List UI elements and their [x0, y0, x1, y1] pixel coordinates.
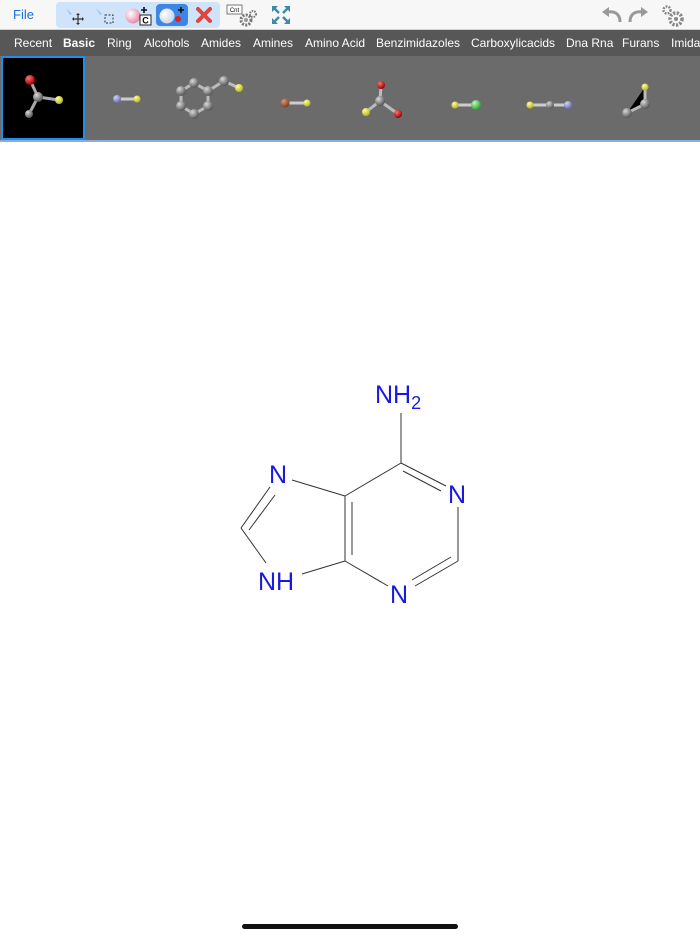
fragment-sulfur-carbonyl-oxygen[interactable] — [337, 56, 421, 140]
category-furans[interactable]: Furans — [622, 36, 659, 50]
move-arrows-icon — [66, 8, 84, 25]
bond — [344, 560, 389, 587]
molecule-bonds — [240, 413, 459, 587]
fragment-carbonyl-sulfur-icon — [25, 75, 63, 118]
fit-view-button[interactable] — [270, 4, 294, 26]
bond — [301, 560, 346, 575]
settings-button[interactable] — [660, 4, 688, 27]
fragment-nitrogen-sulfur-icon — [113, 95, 141, 103]
bond — [400, 462, 447, 487]
category-amides[interactable]: Amides — [201, 36, 241, 50]
fragment-carbonyl-sulfur[interactable] — [1, 56, 85, 140]
fragment-nitrogen-sulfur[interactable] — [85, 56, 169, 140]
fragment-benzyl-sulfur-icon — [176, 76, 243, 119]
settings-gears-icon — [662, 5, 684, 27]
delete-x-icon — [196, 7, 212, 23]
redo-icon — [628, 7, 648, 23]
undo-icon — [602, 7, 622, 23]
expand-arrows-icon — [272, 6, 290, 24]
add-atom-icon: C — [125, 7, 152, 26]
category-recent[interactable]: Recent — [14, 36, 52, 50]
molecule-drawing: NH2 N N NH N — [240, 381, 466, 609]
atom-n9-label[interactable]: NH — [258, 568, 294, 596]
move-tool-button[interactable] — [62, 4, 86, 26]
fragment-bromo-sulfur[interactable] — [253, 56, 337, 140]
svg-text:Cnt: Cnt — [230, 8, 240, 14]
atom-n1-label[interactable]: N — [448, 481, 466, 509]
cnt-gear-icon: Cnt — [226, 4, 257, 27]
redo-button[interactable] — [626, 4, 650, 26]
cnt-settings-button[interactable]: Cnt — [226, 3, 258, 27]
top-toolbar: File C Cnt — [0, 0, 700, 30]
bond — [291, 479, 346, 497]
fragment-sulfur-chlorine-icon — [451, 100, 481, 110]
add-charge-icon — [159, 7, 184, 24]
fragment-bromo-sulfur-icon — [280, 98, 311, 108]
category-benzimidazoles[interactable]: Benzimidazoles — [376, 36, 460, 50]
category-imida[interactable]: Imida — [671, 36, 700, 50]
file-menu-button[interactable]: File — [13, 7, 34, 22]
category-alcohols[interactable]: Alcohols — [144, 36, 189, 50]
fragment-benzyl-sulfur[interactable] — [169, 56, 253, 140]
marquee-select-icon — [96, 8, 114, 24]
drawing-canvas[interactable]: NH2 N N NH N — [0, 143, 700, 934]
category-ring[interactable]: Ring — [107, 36, 132, 50]
fragment-sulfur-chlorine[interactable] — [421, 56, 505, 140]
select-tool-button[interactable] — [92, 4, 116, 26]
category-bar: Recent Basic Ring Alcohols Amides Amines… — [0, 30, 700, 56]
fragment-sulfur-carbonyl-oxygen-icon — [362, 81, 402, 118]
home-indicator[interactable] — [242, 924, 458, 929]
svg-text:C: C — [142, 16, 149, 26]
bond — [248, 494, 276, 531]
bond — [414, 560, 459, 587]
delete-tool-button[interactable] — [192, 4, 216, 26]
atom-amine-label[interactable]: NH2 — [375, 381, 421, 413]
add-charge-tool-button[interactable] — [156, 4, 188, 26]
category-amino-acid[interactable]: Amino Acid — [305, 36, 365, 50]
atom-n7-label[interactable]: N — [269, 461, 287, 489]
category-basic[interactable]: Basic — [63, 36, 95, 50]
category-carboxylicacids[interactable]: Carboxylicacids — [471, 36, 555, 50]
undo-button[interactable] — [600, 4, 624, 26]
fragment-ethyl-sulfur[interactable] — [589, 56, 673, 140]
fragment-sulfur-nitrile[interactable] — [505, 56, 589, 140]
category-amines[interactable]: Amines — [253, 36, 293, 50]
fragment-strip — [0, 56, 700, 142]
bond — [344, 462, 402, 497]
atom-n3-label[interactable]: N — [390, 581, 408, 609]
add-atom-tool-button[interactable]: C — [122, 4, 154, 26]
fragment-sulfur-nitrile-icon — [526, 101, 572, 109]
bond — [240, 527, 267, 564]
category-dna-rna[interactable]: Dna Rna — [566, 36, 613, 50]
edit-tool-group: C — [56, 2, 220, 28]
fragment-ethyl-sulfur-icon — [622, 83, 650, 118]
